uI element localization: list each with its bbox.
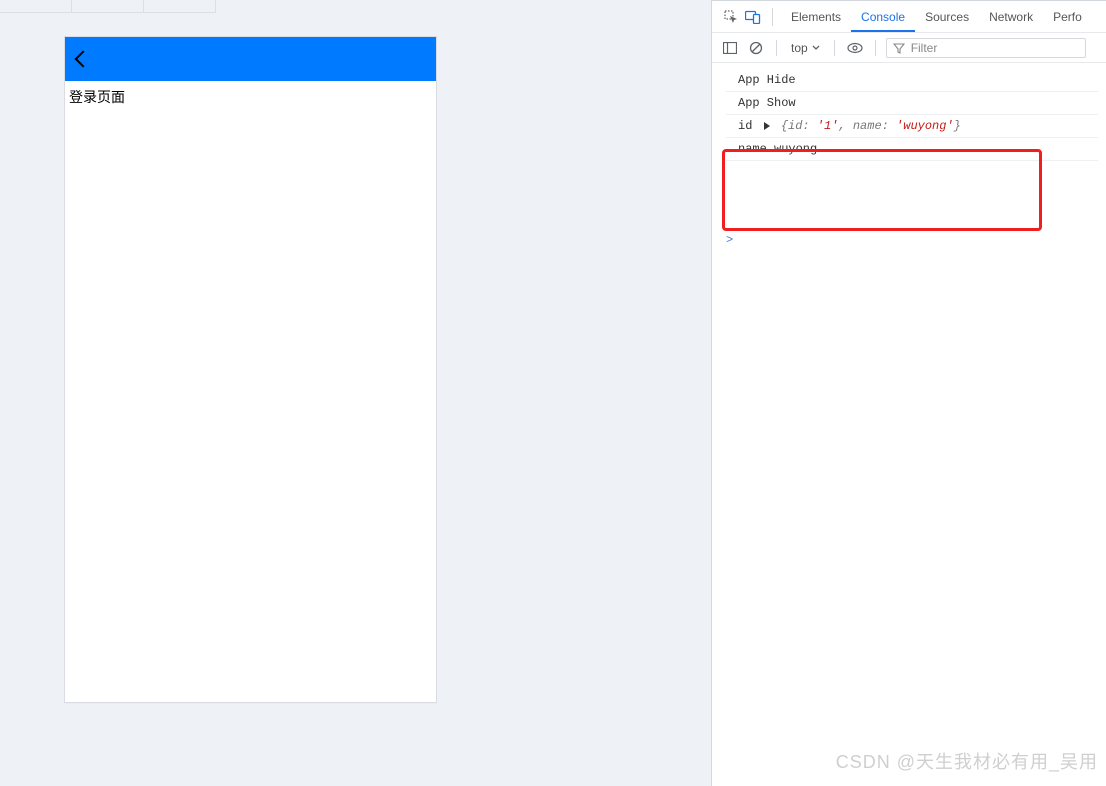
phone-preview: 登录页面	[64, 36, 437, 703]
tab-cell[interactable]	[144, 0, 216, 13]
simulator-tab-strip	[0, 0, 711, 14]
log-text: App Show	[738, 96, 796, 110]
console-log-line[interactable]: id {id: '1', name: 'wuyong'}	[726, 114, 1098, 137]
expand-arrow-icon[interactable]	[764, 122, 770, 130]
filter-placeholder: Filter	[911, 41, 938, 55]
separator	[834, 40, 835, 56]
inspect-icon[interactable]	[720, 6, 742, 28]
tab-performance[interactable]: Perfo	[1043, 3, 1092, 30]
sidebar-toggle-icon[interactable]	[720, 38, 740, 58]
context-label: top	[791, 41, 808, 55]
tab-cell[interactable]	[0, 0, 72, 13]
tab-console[interactable]: Console	[851, 3, 915, 32]
separator	[875, 40, 876, 56]
devtools-panel: Elements Console Sources Network Perfo t…	[711, 0, 1106, 786]
phone-page-title: 登录页面	[69, 89, 125, 105]
console-log-line[interactable]: name wuyong	[726, 137, 1098, 161]
simulator-panel: 登录页面	[0, 0, 711, 786]
tab-elements[interactable]: Elements	[781, 3, 851, 30]
clear-console-icon[interactable]	[746, 38, 766, 58]
phone-navbar	[65, 37, 436, 81]
tab-cell[interactable]	[72, 0, 144, 13]
device-toggle-icon[interactable]	[742, 6, 764, 28]
phone-body: 登录页面	[65, 81, 436, 113]
separator	[776, 40, 777, 56]
tab-network[interactable]: Network	[979, 3, 1043, 30]
console-prompt-icon[interactable]: >	[726, 233, 733, 247]
console-toolbar: top Filter	[712, 33, 1106, 63]
context-selector[interactable]: top	[787, 39, 824, 57]
log-text: App Hide	[738, 73, 796, 87]
console-output: App Hide App Show id {id: '1', name: 'wu…	[712, 63, 1106, 161]
console-log-line[interactable]: App Show	[726, 91, 1098, 114]
live-expression-icon[interactable]	[845, 38, 865, 58]
filter-icon	[893, 42, 905, 54]
console-log-line[interactable]: App Hide	[726, 69, 1098, 91]
back-icon[interactable]	[75, 51, 92, 68]
separator	[772, 8, 773, 26]
log-text: name wuyong	[738, 142, 817, 156]
annotation-highlight	[722, 149, 1042, 231]
object-preview[interactable]: {id: '1', name: 'wuyong'}	[781, 119, 961, 133]
chevron-down-icon	[812, 44, 820, 52]
devtools-tabbar: Elements Console Sources Network Perfo	[712, 1, 1106, 33]
console-filter[interactable]: Filter	[886, 38, 1086, 58]
tab-sources[interactable]: Sources	[915, 3, 979, 30]
log-label: id	[738, 119, 752, 133]
